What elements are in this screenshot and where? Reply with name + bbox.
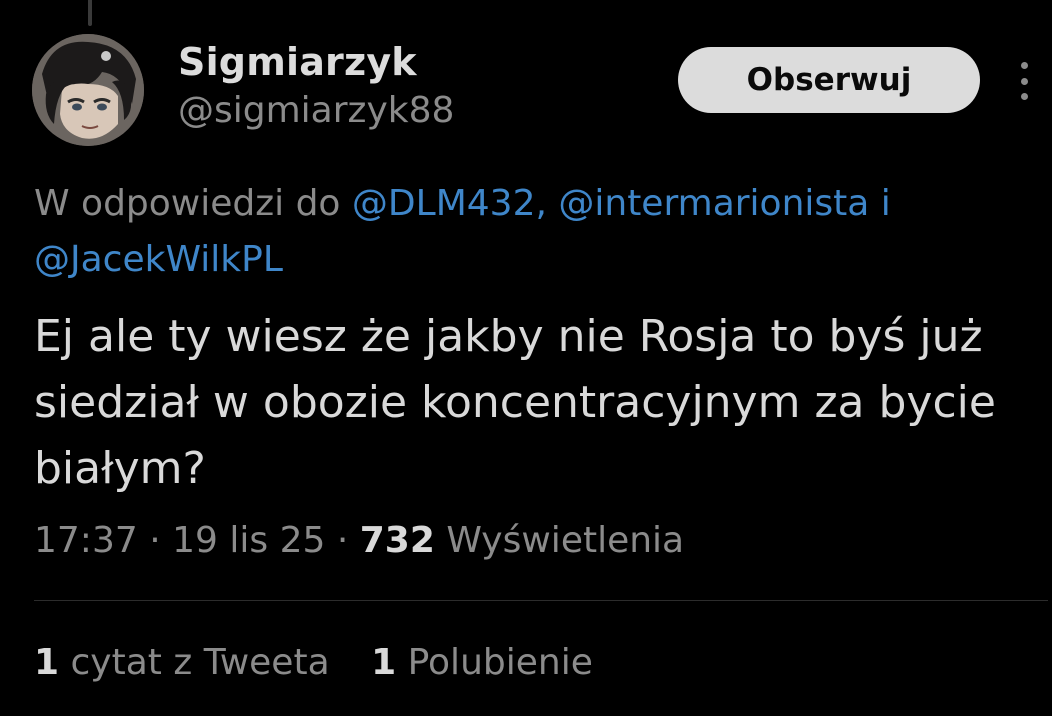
likes-stat[interactable]: 1 Polubienie <box>371 642 593 683</box>
tweet-meta: 17:37 · 19 lis 25 · 732 Wyświetlenia <box>34 520 684 561</box>
likes-label: Polubienie <box>407 642 593 683</box>
engagement-stats: 1 cytat z Tweeta 1 Polubienie <box>34 642 593 683</box>
anime-character-avatar-icon <box>32 34 144 146</box>
quotes-count: 1 <box>34 642 60 683</box>
reply-context: W odpowiedzi do @DLM432, @intermarionist… <box>34 176 1024 288</box>
mention-conjunction: i <box>880 183 891 224</box>
avatar[interactable] <box>32 34 144 146</box>
meta-separator: · <box>149 520 161 561</box>
follow-button[interactable]: Obserwuj <box>678 47 980 113</box>
tweet-text: Ej ale ty wiesz że jakby nie Rosja to by… <box>34 311 996 494</box>
author-handle[interactable]: @sigmiarzyk88 <box>178 90 454 131</box>
views-count: 732 <box>359 520 435 561</box>
more-vertical-icon[interactable] <box>1014 62 1034 100</box>
quotes-stat[interactable]: 1 cytat z Tweeta <box>34 642 330 683</box>
views-label: Wyświetlenia <box>446 520 685 561</box>
reply-context-prefix: W odpowiedzi do <box>34 183 341 224</box>
mention-link[interactable]: @JacekWilkPL <box>34 239 283 280</box>
mention-link[interactable]: @DLM432, <box>352 183 547 224</box>
mention-link[interactable]: @intermarionista <box>558 183 869 224</box>
quotes-label: cytat z Tweeta <box>70 642 330 683</box>
thread-connector-line <box>88 0 92 26</box>
meta-separator: · <box>336 520 349 561</box>
tweet-time[interactable]: 17:37 <box>34 520 138 561</box>
tweet-date[interactable]: 19 lis 25 <box>172 520 325 561</box>
author-display-name[interactable]: Sigmiarzyk <box>178 40 417 84</box>
divider <box>34 600 1048 601</box>
likes-count: 1 <box>371 642 397 683</box>
